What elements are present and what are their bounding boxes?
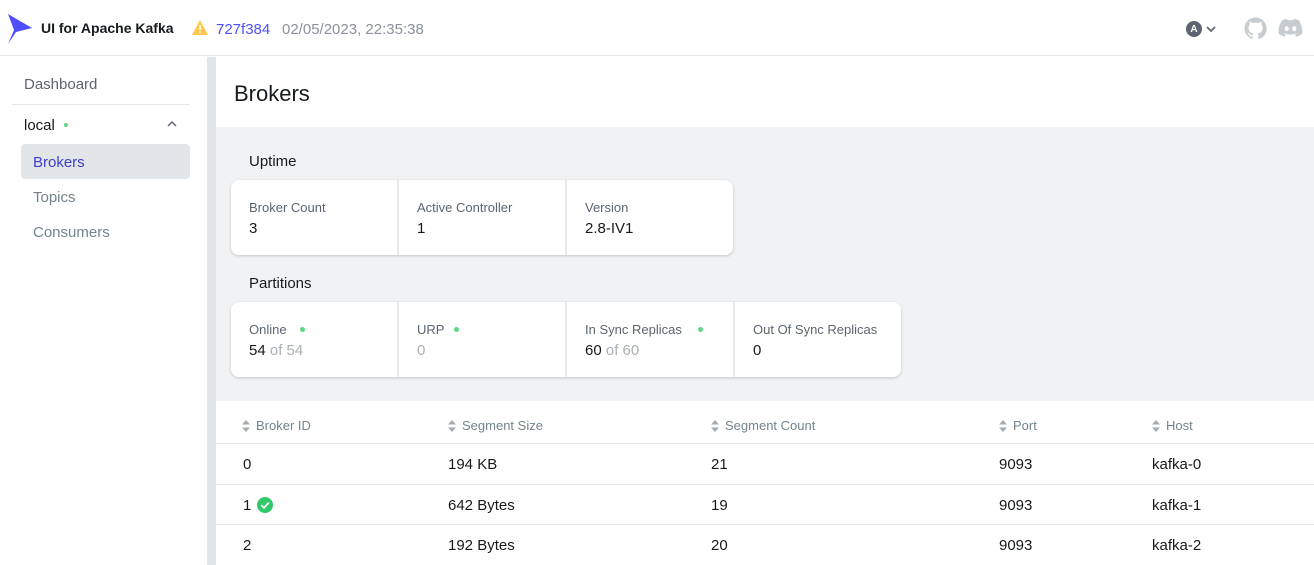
sort-icon xyxy=(711,419,719,432)
sidebar-item-label: Consumers xyxy=(33,224,110,241)
metric-label: Active Controller xyxy=(417,200,513,215)
port-cell: 9093 xyxy=(999,497,1033,514)
status-ok-dot xyxy=(454,327,459,332)
column-header-segment-count[interactable]: Segment Count xyxy=(711,418,815,433)
sidebar-scrollbar[interactable] xyxy=(207,57,216,565)
segment-size-cell: 642 Bytes xyxy=(448,497,515,514)
segment-count-cell: 21 xyxy=(711,456,728,473)
sidebar-item-label: Brokers xyxy=(33,154,85,171)
port-cell: 9093 xyxy=(999,537,1033,554)
metric-label: URP xyxy=(417,322,445,337)
metric-card-broker-count: Broker Count 3 xyxy=(231,180,397,255)
metric-card-online: Online 54 of 54 xyxy=(231,302,397,377)
brokers-table: Broker ID Segment Size Segment Count Por… xyxy=(216,401,1314,565)
sort-icon xyxy=(242,419,250,432)
top-navbar: UI for Apache Kafka 727f384 02/05/2023, … xyxy=(0,0,1314,56)
page-header xyxy=(216,57,1314,127)
column-header-host[interactable]: Host xyxy=(1152,418,1193,433)
warning-icon xyxy=(192,20,208,35)
sort-icon xyxy=(448,419,456,432)
metric-value: 60 of 60 xyxy=(585,342,640,359)
github-icon[interactable] xyxy=(1244,17,1267,40)
table-row[interactable]: 0 194 KB 21 9093 kafka-0 xyxy=(216,443,1314,484)
broker-id-link[interactable]: 2 xyxy=(243,537,251,554)
kafka-ui-logo-icon[interactable] xyxy=(6,12,34,46)
metric-label: Online xyxy=(249,322,287,337)
metric-value: 0 xyxy=(417,342,426,359)
metric-value: 54 of 54 xyxy=(249,342,304,359)
host-cell: kafka-1 xyxy=(1152,497,1202,514)
metric-label: Version xyxy=(585,200,629,215)
port-cell: 9093 xyxy=(999,456,1033,473)
broker-id-link[interactable]: 0 xyxy=(243,456,251,473)
partitions-cards: Online 54 of 54 URP 0 In Sync Replicas 6… xyxy=(231,302,901,377)
metric-value: 3 xyxy=(249,220,258,237)
metric-value: 2.8-IV1 xyxy=(585,220,634,237)
host-cell: kafka-2 xyxy=(1152,537,1202,554)
sidebar-item-topics[interactable]: Topics xyxy=(21,179,190,214)
chevron-down-icon xyxy=(1206,25,1216,32)
segment-size-cell: 192 Bytes xyxy=(448,537,515,554)
metric-card-version: Version 2.8-IV1 xyxy=(565,180,733,255)
sidebar-item-label: Topics xyxy=(33,189,76,206)
uptime-cards: Broker Count 3 Active Controller 1 Versi… xyxy=(231,180,733,255)
app-title[interactable]: UI for Apache Kafka xyxy=(41,20,174,36)
sort-icon xyxy=(999,419,1007,432)
partitions-section-label: Partitions xyxy=(249,275,312,292)
broker-id-link[interactable]: 1 xyxy=(243,497,274,514)
metric-value: 0 xyxy=(753,342,762,359)
metric-label: In Sync Replicas xyxy=(585,322,682,337)
user-menu-dropdown[interactable]: A xyxy=(1186,20,1226,38)
metric-card-in-sync-replicas: In Sync Replicas 60 of 60 xyxy=(565,302,733,377)
column-header-broker-id[interactable]: Broker ID xyxy=(242,418,311,433)
host-cell: kafka-0 xyxy=(1152,456,1202,473)
sidebar-item-consumers[interactable]: Consumers xyxy=(21,214,190,249)
discord-icon[interactable] xyxy=(1278,18,1303,39)
status-ok-dot xyxy=(698,327,703,332)
cluster-status-dot xyxy=(64,123,68,127)
chevron-up-icon xyxy=(167,121,177,127)
column-header-segment-size[interactable]: Segment Size xyxy=(448,418,543,433)
build-date: 02/05/2023, 22:35:38 xyxy=(282,21,424,38)
status-ok-dot xyxy=(300,327,305,332)
sidebar-item-dashboard[interactable]: Dashboard xyxy=(12,57,190,105)
version-commit-link[interactable]: 727f384 xyxy=(216,21,270,38)
table-row[interactable]: 2 192 Bytes 20 9093 kafka-2 xyxy=(216,524,1314,565)
uptime-section-label: Uptime xyxy=(249,153,297,170)
metric-card-active-controller: Active Controller 1 xyxy=(397,180,565,255)
metric-label: Out Of Sync Replicas xyxy=(753,322,878,337)
page-title: Brokers xyxy=(234,81,310,106)
segment-size-cell: 194 KB xyxy=(448,456,498,473)
sidebar-item-label: Dashboard xyxy=(24,76,98,93)
segment-count-cell: 19 xyxy=(711,497,728,514)
cluster-name: local xyxy=(24,117,55,134)
metric-card-urp: URP 0 xyxy=(397,302,565,377)
metric-card-out-of-sync-replicas: Out Of Sync Replicas 0 xyxy=(733,302,901,377)
metric-value: 1 xyxy=(417,220,426,237)
sidebar-item-brokers[interactable]: Brokers xyxy=(21,144,190,179)
sort-icon xyxy=(1152,419,1160,432)
metric-label: Broker Count xyxy=(249,200,326,215)
active-controller-check-icon xyxy=(257,497,274,513)
column-header-port[interactable]: Port xyxy=(999,418,1037,433)
user-avatar: A xyxy=(1186,21,1202,37)
cluster-toggle[interactable]: local xyxy=(12,108,190,142)
segment-count-cell: 20 xyxy=(711,537,728,554)
table-row[interactable]: 1 642 Bytes 19 9093 kafka-1 xyxy=(216,484,1314,525)
